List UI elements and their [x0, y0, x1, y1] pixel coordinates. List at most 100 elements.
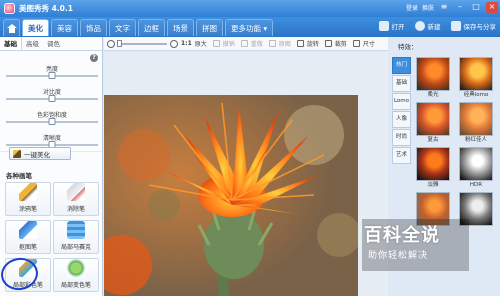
original-button[interactable]: 原图 [279, 39, 291, 48]
zoom-slider[interactable] [117, 39, 167, 47]
contrast-slider: 对比度 [6, 87, 98, 102]
tab-beautify[interactable]: 美化 [22, 19, 49, 36]
slider-group: ? 亮度 对比度 色彩饱和度 清晰度 [0, 51, 102, 152]
effect-tab-portrait[interactable]: 人像 [392, 111, 411, 128]
slider-track[interactable] [6, 95, 98, 102]
eraser-pen-button[interactable]: 消除笔 [53, 182, 99, 216]
brush-label: 涂鸦笔 [18, 206, 37, 213]
effect-thumbnail [416, 57, 450, 91]
effect-category-tabs: 热门 基础 Lomo 人像 时尚 艺术 [392, 57, 411, 165]
slider-knob[interactable] [48, 118, 56, 125]
original-icon[interactable] [268, 40, 276, 47]
pen-icon [19, 183, 37, 201]
crop-icon[interactable] [324, 40, 332, 47]
resize-icon[interactable] [352, 40, 360, 47]
brightness-slider: 亮度 [6, 64, 98, 79]
title-bar-controls: 登录 换肤 ≡ – □ × [406, 2, 498, 13]
effect-pink-lady[interactable]: 粉红佳人 [457, 102, 495, 145]
image-toolbar: 1:1 原大 撤销 重做 原图 旋转 裁剪 尺寸 [104, 37, 388, 51]
one-click-beautify-button[interactable]: 一键美化 [9, 147, 71, 160]
save-share-button[interactable]: 保存与分享 [450, 21, 497, 31]
plus-icon [414, 21, 425, 31]
maximize-icon[interactable]: □ [470, 2, 482, 13]
effect-soft-light[interactable]: 柔光 [414, 57, 452, 100]
crop-button[interactable]: 裁剪 [335, 39, 347, 48]
effect-hdr[interactable]: HDR [457, 147, 495, 190]
tab-accessories[interactable]: 饰品 [80, 19, 107, 36]
effect-tab-basic[interactable]: 基础 [392, 75, 411, 92]
effect-retro[interactable]: 复古 [414, 102, 452, 145]
skin-link[interactable]: 换肤 [422, 3, 434, 12]
redo-button[interactable]: 重做 [251, 39, 263, 48]
effect-tab-lomo[interactable]: Lomo [392, 93, 411, 110]
beautify-label: 一键美化 [24, 150, 50, 159]
rotate-icon[interactable] [296, 40, 304, 47]
tab-more[interactable]: 更多功能 ▾ [225, 19, 274, 36]
photo-canvas[interactable] [104, 95, 358, 296]
folder-icon [378, 21, 389, 31]
tab-text[interactable]: 文字 [109, 19, 136, 36]
main-tab-bar: 美化 美容 饰品 文字 边框 场景 拼图 更多功能 ▾ 打开 新建 保存与分享 [0, 17, 500, 37]
resize-button[interactable]: 尺寸 [363, 39, 375, 48]
effect-thumbnail [459, 147, 493, 181]
slider-knob[interactable] [48, 72, 56, 79]
effect-tab-fashion[interactable]: 时尚 [392, 129, 411, 146]
zoom-knob[interactable] [117, 39, 122, 47]
slider-track[interactable] [6, 72, 98, 79]
tab-face[interactable]: 美容 [51, 19, 78, 36]
effects-heading: 特效： [398, 43, 418, 51]
effect-thumbnail [459, 102, 493, 136]
effect-tab-art[interactable]: 艺术 [392, 147, 411, 164]
rotate-button[interactable]: 旋转 [307, 39, 319, 48]
new-button[interactable]: 新建 [414, 21, 441, 31]
subtab-color[interactable]: 调色 [43, 37, 64, 50]
effect-classic-lomo[interactable]: 经典lomo [457, 57, 495, 100]
open-button[interactable]: 打开 [378, 21, 405, 31]
tab-home[interactable] [3, 19, 20, 36]
close-icon[interactable]: × [486, 2, 498, 13]
undo-button[interactable]: 撤销 [223, 39, 235, 48]
local-mosaic-button[interactable]: 局部马赛克 [53, 220, 99, 254]
original-size-button[interactable]: 原大 [195, 39, 207, 48]
tab-scene[interactable]: 场景 [167, 19, 194, 36]
zoom-in-icon[interactable] [170, 39, 178, 48]
eraser-icon [67, 183, 85, 201]
zoom-out-icon[interactable] [107, 39, 115, 48]
redo-icon[interactable] [240, 40, 248, 47]
zoom-reset-button[interactable]: 1:1 [181, 40, 192, 47]
effects-grid: 柔光 经典lomo 复古 粉红佳人 淡雅 HDR [414, 57, 500, 235]
subtab-basic[interactable]: 基础 [0, 37, 22, 50]
save-share-label: 保存与分享 [463, 23, 497, 31]
local-recolor-brush-button[interactable]: 局部变色笔 [53, 258, 99, 292]
cutout-pen-button[interactable]: 抠图笔 [5, 220, 51, 254]
undo-icon[interactable] [212, 40, 220, 47]
watermark-title: 百科全说 [364, 225, 440, 246]
subtab-advanced[interactable]: 高级 [22, 37, 43, 50]
menu-icon[interactable]: ≡ [438, 2, 450, 13]
file-actions: 打开 新建 保存与分享 [378, 21, 497, 31]
adjust-subtabs: 基础 高级 调色 [0, 37, 102, 51]
recolor-brush-icon [67, 259, 85, 277]
effect-label: HDR [469, 182, 483, 188]
tab-collage[interactable]: 拼图 [196, 19, 223, 36]
mosaic-icon [67, 221, 85, 239]
effect-thumbnail [416, 147, 450, 181]
main-tabs: 美化 美容 饰品 文字 边框 场景 拼图 更多功能 ▾ [3, 19, 274, 36]
title-bar: 美图秀秀 4.0.1 登录 换肤 ≡ – □ × [0, 0, 500, 17]
effect-thumbnail [459, 57, 493, 91]
help-icon[interactable]: ? [90, 54, 98, 62]
slider-track[interactable] [6, 141, 98, 148]
effect-tab-hot[interactable]: 热门 [392, 57, 411, 74]
tab-frame[interactable]: 边框 [138, 19, 165, 36]
minimize-icon[interactable]: – [454, 2, 466, 13]
doodle-pen-button[interactable]: 涂鸦笔 [5, 182, 51, 216]
effect-label: 粉红佳人 [464, 137, 487, 143]
brush-label: 消除笔 [66, 206, 85, 213]
effect-elegant[interactable]: 淡雅 [414, 147, 452, 190]
effect-label: 柔光 [427, 92, 439, 98]
brush-label: 局部马赛克 [60, 244, 91, 251]
slider-knob[interactable] [48, 95, 56, 102]
slider-track[interactable] [6, 118, 98, 125]
watermark-subtitle: 助你轻松解决 [368, 251, 429, 261]
login-link[interactable]: 登录 [406, 3, 418, 12]
